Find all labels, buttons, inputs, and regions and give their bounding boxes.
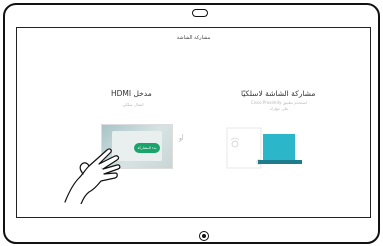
home-button[interactable] bbox=[199, 231, 209, 241]
home-button-dot bbox=[202, 234, 206, 238]
wireless-share-illustration bbox=[226, 127, 302, 169]
wireless-share-title: مشاركة الشاشة لاسلكيًا bbox=[241, 89, 316, 98]
or-separator: أو bbox=[179, 135, 184, 142]
device-screen: مشاركة الشاشة مشاركة الشاشة لاسلكيًا است… bbox=[16, 27, 371, 218]
laptop-icon bbox=[258, 134, 302, 164]
screen-title: مشاركة الشاشة bbox=[176, 35, 211, 41]
hdmi-input-subtitle: اتصال سلكي bbox=[122, 102, 144, 107]
start-share-button[interactable]: بدء المشاركة bbox=[134, 143, 160, 153]
pointing-hand-icon bbox=[64, 148, 121, 204]
wireless-share-subtitle: استخدم تطبيق Cisco Proximity على جهازك bbox=[239, 100, 319, 111]
hdmi-input-title: مدخل HDMI bbox=[111, 89, 152, 98]
wireless-share-subtitle-line1: استخدم تطبيق Cisco Proximity bbox=[250, 100, 308, 105]
phone-outline bbox=[226, 127, 262, 169]
camera-icon bbox=[192, 9, 208, 17]
touch-panel-device: مشاركة الشاشة مشاركة الشاشة لاسلكيًا است… bbox=[3, 3, 380, 244]
wireless-share-subtitle-line2: على جهازك bbox=[269, 105, 289, 111]
